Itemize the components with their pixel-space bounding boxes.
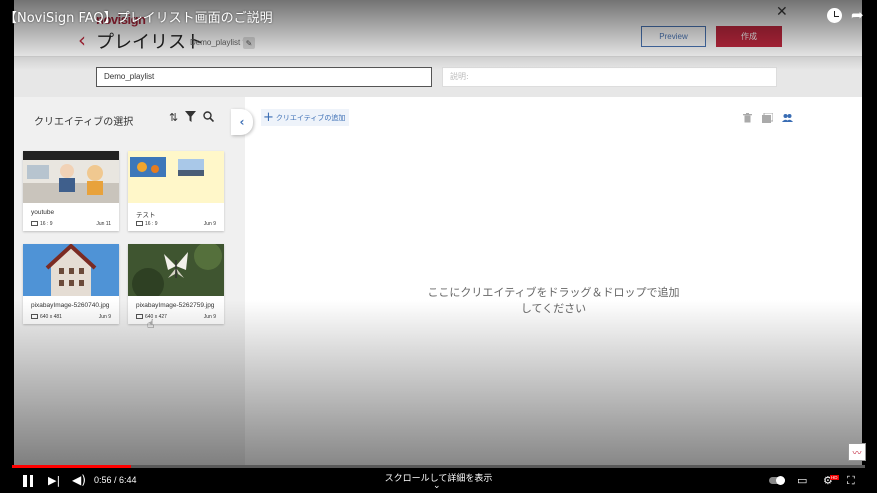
chevron-down-icon[interactable]: ⌄ [433, 481, 441, 491]
drop-instructions: ここにクリエイティブをドラッグ＆ドロップで追加 してください [245, 285, 862, 317]
novisign-app: novisign ‹ プレイリスト Demo_playlist * ✎ Prev… [14, 0, 862, 465]
playlist-name-label: Demo_playlist * [190, 38, 246, 47]
hd-badge: HD [830, 475, 839, 480]
create-button[interactable]: 作成 [716, 26, 782, 47]
image-icon [31, 314, 38, 320]
share-icon[interactable]: ➦ [851, 6, 864, 24]
creative-name: youtube [31, 209, 55, 216]
fullscreen-icon[interactable]: ⛶ [847, 474, 855, 488]
hand-cursor-icon: ☝ [147, 317, 155, 331]
watch-later-icon[interactable] [827, 8, 842, 23]
close-icon[interactable]: ✕ [776, 4, 788, 20]
edit-icon[interactable]: ✎ [243, 37, 255, 49]
creative-aspect-value: 16 : 9 [145, 221, 158, 227]
channel-watermark[interactable]: 〰 [848, 443, 866, 461]
creative-name: テスト [136, 212, 156, 219]
panel-title: クリエイティブの選択 [34, 117, 134, 128]
creative-aspect: 16 : 9 [136, 221, 158, 227]
creative-name: pixabayImage-5260740.jpg [31, 302, 110, 309]
filter-icon[interactable] [185, 111, 196, 126]
add-creative-button[interactable]: + クリエイティブの追加 [261, 109, 350, 126]
creative-date: Jun 9 [203, 221, 216, 227]
plus-icon: + [263, 110, 274, 125]
description-input[interactable]: 説明: [442, 67, 777, 87]
playlist-fields-bar: Demo_playlist 説明: [14, 57, 862, 97]
users-icon[interactable] [782, 113, 793, 126]
creative-card-test[interactable]: テスト 16 : 9 Jun 9 [128, 151, 224, 231]
creative-aspect-value: 16 : 9 [40, 221, 53, 227]
creative-thumbnail [128, 151, 224, 203]
image-icon [136, 314, 143, 320]
creative-dimensions-value: 640 x 481 [40, 314, 62, 320]
video-progress-fill [12, 465, 131, 468]
creative-name: pixabayImage-5262759.jpg [136, 302, 215, 309]
creative-thumbnail [23, 244, 119, 296]
creative-card-youtube[interactable]: youtube 16 : 9 Jun 11 [23, 151, 119, 231]
screen-icon [31, 221, 38, 227]
page-title: プレイリスト [96, 32, 204, 53]
playlist-name-input[interactable]: Demo_playlist [96, 67, 432, 87]
creative-date: Jun 9 [203, 314, 216, 320]
creative-thumbnail [128, 244, 224, 296]
search-icon[interactable] [203, 111, 215, 126]
layers-icon[interactable] [762, 112, 774, 126]
creative-card-image-5260740[interactable]: pixabayImage-5260740.jpg 640 x 481 Jun 9 [23, 244, 119, 324]
creative-thumbnail [23, 151, 119, 203]
video-progress-bar[interactable] [12, 465, 865, 468]
add-creative-label: クリエイティブの追加 [275, 113, 346, 122]
creative-date: Jun 9 [98, 314, 111, 320]
video-title[interactable]: 【NoviSign FAQ】プレイリスト画面のご説明 [4, 7, 273, 26]
creative-dimensions: 640 x 481 [31, 314, 62, 320]
subtitles-icon[interactable]: ▭ [797, 474, 807, 487]
back-chevron-icon[interactable]: ‹ [78, 30, 86, 50]
trash-icon[interactable] [743, 113, 752, 126]
autoplay-toggle[interactable] [769, 475, 785, 485]
creative-aspect: 16 : 9 [31, 221, 53, 227]
preview-button[interactable]: Preview [641, 26, 706, 47]
screen-icon [136, 221, 143, 227]
creative-card-image-5262759[interactable]: pixabayImage-5262759.jpg 640 x 427 Jun 9 [128, 244, 224, 324]
drop-instructions-line1: ここにクリエイティブをドラッグ＆ドロップで追加 [427, 286, 680, 299]
collapse-panel-button[interactable]: ‹ [231, 109, 253, 135]
sort-icon[interactable]: ⇅ [169, 111, 178, 125]
creative-select-panel: クリエイティブの選択 ⇅ youtube 16: 9 Jun 11 テスト 1… [14, 97, 245, 465]
drop-instructions-line2: してください [520, 302, 587, 315]
playlist-drop-area: + クリエイティブの追加 ここにクリエイティブをドラッグ＆ドロップで追加 してく… [245, 97, 862, 465]
creative-date: Jun 11 [96, 221, 111, 227]
